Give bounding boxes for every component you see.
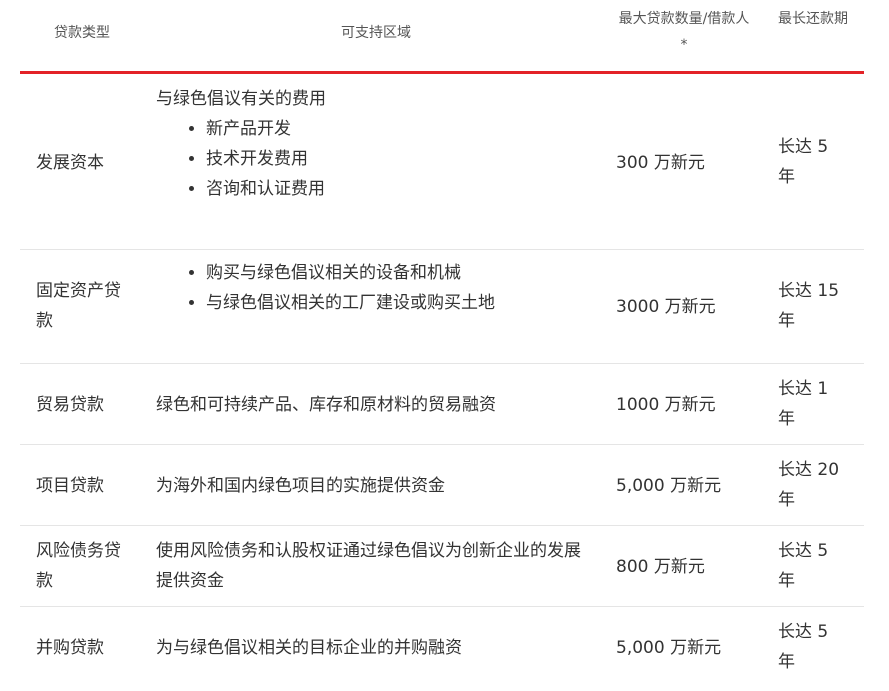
max-amount: 3000 万新元 <box>616 297 716 317</box>
support-area-list: 新产品开发 技术开发费用 咨询和认证费用 <box>156 114 596 204</box>
max-term: 长达 20 年 <box>778 460 840 510</box>
table-row: 固定资产贷款 购买与绿色倡议相关的设备和机械 与绿色倡议相关的工厂建设或购买土地… <box>20 250 864 364</box>
table-row: 发展资本 与绿色倡议有关的费用 新产品开发 技术开发费用 咨询和认证费用 300… <box>20 74 864 250</box>
max-amount: 300 万新元 <box>616 153 705 173</box>
table-row: 项目贷款 为海外和国内绿色项目的实施提供资金 5,000 万新元 长达 20 年 <box>20 445 864 526</box>
max-amount: 5,000 万新元 <box>616 476 722 496</box>
loan-type: 贸易贷款 <box>36 395 104 415</box>
max-amount: 5,000 万新元 <box>616 638 722 658</box>
support-area-list: 购买与绿色倡议相关的设备和机械 与绿色倡议相关的工厂建设或购买土地 <box>156 258 596 318</box>
max-term: 长达 5 年 <box>778 137 829 187</box>
list-item: 咨询和认证费用 <box>206 174 596 204</box>
max-term: 长达 5 年 <box>778 541 829 591</box>
loan-type: 固定资产贷款 <box>36 281 121 331</box>
loan-type: 发展资本 <box>36 153 104 173</box>
support-area: 购买与绿色倡议相关的设备和机械 与绿色倡议相关的工厂建设或购买土地 <box>156 258 596 318</box>
max-term: 长达 1 年 <box>778 379 829 429</box>
table-row: 风险债务贷款 使用风险债务和认股权证通过绿色倡议为创新企业的发展提供资金 800… <box>20 526 864 607</box>
table-header: 贷款类型 可支持区域 最大贷款数量/借款人* 最长还款期 <box>20 0 864 74</box>
list-item: 购买与绿色倡议相关的设备和机械 <box>206 258 596 288</box>
max-term: 长达 15 年 <box>778 281 840 331</box>
table-row: 贸易贷款 绿色和可持续产品、库存和原材料的贸易融资 1000 万新元 长达 1 … <box>20 364 864 445</box>
max-term: 长达 5 年 <box>778 622 829 672</box>
list-item: 与绿色倡议相关的工厂建设或购买土地 <box>206 288 596 318</box>
loan-type: 项目贷款 <box>36 476 104 496</box>
header-support-area: 可支持区域 <box>341 25 411 41</box>
support-area: 绿色和可持续产品、库存和原材料的贸易融资 <box>156 395 496 415</box>
support-area: 为与绿色倡议相关的目标企业的并购融资 <box>156 638 462 658</box>
loan-table: 贷款类型 可支持区域 最大贷款数量/借款人* 最长还款期 发展资本 与绿色倡议有… <box>20 0 864 672</box>
header-max-term: 最长还款期 <box>778 11 848 27</box>
support-area: 使用风险债务和认股权证通过绿色倡议为创新企业的发展提供资金 <box>156 541 581 591</box>
max-amount: 800 万新元 <box>616 557 705 577</box>
header-max-amount: 最大贷款数量/借款人* <box>618 11 750 53</box>
list-item: 技术开发费用 <box>206 144 596 174</box>
list-item: 新产品开发 <box>206 114 596 144</box>
loan-type: 风险债务贷款 <box>36 541 121 591</box>
loan-type: 并购贷款 <box>36 638 104 658</box>
support-area-intro: 与绿色倡议有关的费用 <box>156 89 326 109</box>
support-area: 为海外和国内绿色项目的实施提供资金 <box>156 476 445 496</box>
table-row: 并购贷款 为与绿色倡议相关的目标企业的并购融资 5,000 万新元 长达 5 年 <box>20 607 864 691</box>
support-area: 与绿色倡议有关的费用 新产品开发 技术开发费用 咨询和认证费用 <box>156 84 596 204</box>
header-loan-type: 贷款类型 <box>54 25 110 41</box>
max-amount: 1000 万新元 <box>616 395 716 415</box>
